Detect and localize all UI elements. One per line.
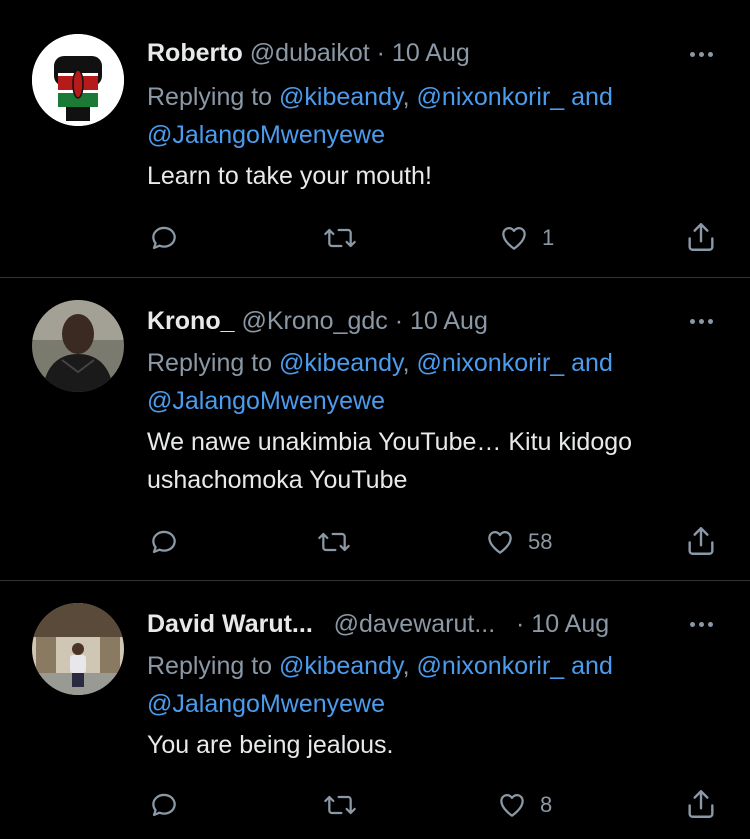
share-button[interactable] xyxy=(684,220,718,254)
like-button[interactable]: 8 xyxy=(496,789,552,821)
tweet-1[interactable]: Roberto @dubaikot · 10 Aug Replying to @… xyxy=(0,0,750,277)
timestamp[interactable]: 10 Aug xyxy=(531,610,609,638)
tweet-text: We nawe unakimbia YouTube… Kitu kidogo u… xyxy=(147,423,727,499)
share-icon xyxy=(688,223,714,251)
display-name[interactable]: David Warut... xyxy=(147,610,313,638)
reply-button[interactable] xyxy=(148,222,180,254)
retweet-icon xyxy=(324,228,356,248)
separator-dot: · xyxy=(394,307,404,335)
action-bar: 1 xyxy=(0,218,750,258)
mention-link[interactable]: @nixonkorir_ xyxy=(417,652,565,680)
share-button[interactable] xyxy=(684,787,718,821)
replying-prefix: Replying to xyxy=(147,652,280,680)
tweet-3[interactable]: David Warut... @davewarut... · 10 Aug Re… xyxy=(0,581,750,839)
mention-link[interactable]: @kibeandy xyxy=(279,83,403,111)
avatar-image xyxy=(32,603,124,695)
separator-dot: · xyxy=(376,39,385,67)
like-button[interactable]: 1 xyxy=(498,222,554,254)
mention-and[interactable]: and xyxy=(564,349,613,377)
replying-to: Replying to @kibeandy, @nixonkorir_ and @… xyxy=(147,344,727,420)
like-count: 58 xyxy=(528,529,553,554)
like-count: 8 xyxy=(540,792,553,817)
avatar[interactable] xyxy=(32,300,124,392)
more-icon[interactable] xyxy=(684,614,718,634)
display-name[interactable]: Roberto xyxy=(147,39,243,67)
replying-to: Replying to @kibeandy, @nixonkorir_ and @… xyxy=(147,78,727,154)
display-name[interactable]: Krono_ xyxy=(147,307,235,335)
timestamp[interactable]: 10 Aug xyxy=(410,307,488,335)
user-handle[interactable]: @Krono_gdc xyxy=(241,307,387,335)
mention-and[interactable]: and xyxy=(564,83,613,111)
mention-link[interactable]: @kibeandy xyxy=(279,652,403,680)
reply-button[interactable] xyxy=(148,526,180,558)
mention-link[interactable]: @kibeandy xyxy=(279,349,403,377)
share-icon xyxy=(688,527,714,555)
timestamp[interactable]: 10 Aug xyxy=(392,39,470,67)
separator-dot: · xyxy=(516,610,525,638)
like-count: 1 xyxy=(542,225,555,250)
heart-icon xyxy=(488,530,512,554)
tweet-text-line: ushachomoka YouTube xyxy=(147,466,408,494)
action-bar: 58 xyxy=(0,522,750,562)
tweet-text-line: We nawe unakimbia YouTube… Kitu kidogo xyxy=(147,428,633,456)
tweet-text: You are being jealous. xyxy=(147,731,394,759)
retweet-button[interactable] xyxy=(322,789,358,821)
tweet-text: Learn to take your mouth! xyxy=(147,162,432,190)
mention-separator: , xyxy=(402,652,417,680)
retweet-button[interactable] xyxy=(316,526,352,558)
tweet-header: Roberto @dubaikot · 10 Aug xyxy=(147,38,470,68)
more-icon[interactable] xyxy=(684,311,718,331)
replying-to: Replying to @kibeandy, @nixonkorir_ and @… xyxy=(147,647,727,723)
like-button[interactable]: 58 xyxy=(484,526,552,558)
retweet-icon xyxy=(318,532,350,552)
tweet-header: David Warut... @davewarut... · 10 Aug xyxy=(147,609,609,639)
avatar-image xyxy=(32,34,124,126)
share-icon xyxy=(688,790,714,818)
reply-button[interactable] xyxy=(148,789,180,821)
reply-icon xyxy=(152,530,176,554)
reply-icon xyxy=(152,226,176,250)
mention-and[interactable]: and xyxy=(564,652,613,680)
share-button[interactable] xyxy=(684,524,718,558)
tweet-2[interactable]: Krono_ @Krono_gdc · 10 Aug Replying to @… xyxy=(0,278,750,580)
replying-prefix: Replying to xyxy=(147,83,280,111)
mention-link[interactable]: @JalangoMwenyewe xyxy=(147,387,385,415)
avatar[interactable] xyxy=(32,603,124,695)
mention-separator: , xyxy=(402,349,417,377)
mention-link[interactable]: @JalangoMwenyewe xyxy=(147,121,385,149)
retweet-button[interactable] xyxy=(322,222,358,254)
replying-prefix: Replying to xyxy=(147,349,280,377)
avatar-image xyxy=(32,300,124,392)
action-bar: 8 xyxy=(0,785,750,825)
avatar[interactable] xyxy=(32,34,124,126)
mention-link[interactable]: @nixonkorir_ xyxy=(417,83,565,111)
heart-icon xyxy=(500,793,524,817)
reply-icon xyxy=(152,793,176,817)
retweet-icon xyxy=(324,795,356,815)
user-handle[interactable]: @davewarut... xyxy=(334,610,496,638)
mention-link[interactable]: @JalangoMwenyewe xyxy=(147,690,385,718)
more-icon[interactable] xyxy=(684,44,718,64)
mention-link[interactable]: @nixonkorir_ xyxy=(417,349,565,377)
tweet-header: Krono_ @Krono_gdc · 10 Aug xyxy=(147,306,488,336)
heart-icon xyxy=(502,226,526,250)
user-handle[interactable]: @dubaikot xyxy=(250,39,370,67)
mention-separator: , xyxy=(402,83,417,111)
